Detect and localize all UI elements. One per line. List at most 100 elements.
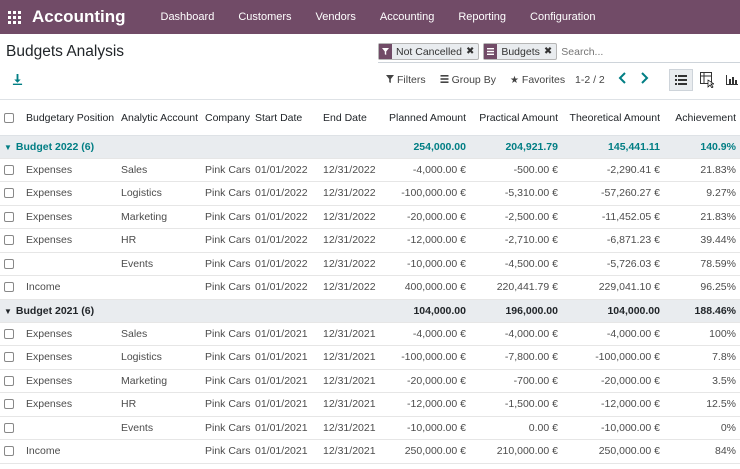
cell-position: Expenses bbox=[22, 228, 117, 253]
search-facet-not-cancelled[interactable]: Not Cancelled ✖ bbox=[378, 43, 480, 60]
filters-button[interactable]: Filters bbox=[386, 74, 426, 86]
search-facet-budgets[interactable]: Budgets ✖ bbox=[483, 43, 558, 60]
download-icon[interactable] bbox=[12, 74, 23, 88]
column-start-date[interactable]: Start Date bbox=[251, 102, 319, 136]
column-planned-amount[interactable]: Planned Amount bbox=[385, 102, 470, 136]
graph-view-button[interactable] bbox=[720, 69, 740, 91]
pager-previous-icon[interactable] bbox=[618, 71, 628, 88]
cell-achievement: 3.5% bbox=[664, 369, 740, 393]
favorites-label: Favorites bbox=[521, 74, 566, 86]
facet-label: Not Cancelled bbox=[396, 45, 462, 58]
row-checkbox[interactable] bbox=[0, 228, 22, 253]
cell-planned: -20,000.00 € bbox=[385, 205, 470, 229]
column-end-date[interactable]: End Date bbox=[319, 102, 385, 136]
row-checkbox[interactable] bbox=[0, 369, 22, 393]
search-bar[interactable]: Not Cancelled ✖ Budgets ✖ bbox=[378, 41, 740, 63]
cell-planned: -100,000.00 € bbox=[385, 345, 470, 370]
group-planned: 104,000.00 bbox=[385, 299, 470, 323]
cell-planned: -100,000.00 € bbox=[385, 181, 470, 206]
row-checkbox[interactable] bbox=[0, 275, 22, 300]
list-view-button[interactable] bbox=[669, 69, 693, 91]
cell-start: 01/01/2021 bbox=[251, 369, 319, 393]
menu-dashboard[interactable]: Dashboard bbox=[149, 0, 227, 34]
cell-start: 01/01/2021 bbox=[251, 392, 319, 417]
row-checkbox[interactable] bbox=[0, 392, 22, 417]
apps-menu-icon[interactable] bbox=[8, 10, 21, 24]
cell-theoretical: -5,726.03 € bbox=[562, 252, 664, 276]
cell-theoretical: 250,000.00 € bbox=[562, 439, 664, 464]
cell-end: 12/31/2022 bbox=[319, 158, 385, 182]
cell-account bbox=[117, 275, 201, 300]
column-company[interactable]: Company bbox=[201, 102, 251, 136]
app-brand[interactable]: Accounting bbox=[32, 7, 126, 27]
menu-customers[interactable]: Customers bbox=[226, 0, 303, 34]
column-practical-amount[interactable]: Practical Amount bbox=[470, 102, 562, 136]
caret-down-icon: ▼ bbox=[4, 142, 12, 152]
close-icon[interactable]: ✖ bbox=[466, 46, 478, 57]
cell-start: 01/01/2022 bbox=[251, 275, 319, 300]
table-row[interactable]: Expenses Logistics Pink Cars 01/01/2022 … bbox=[0, 181, 740, 206]
table-row[interactable]: Expenses Sales Pink Cars 01/01/2022 12/3… bbox=[0, 158, 740, 182]
cell-planned: -4,000.00 € bbox=[385, 322, 470, 346]
cell-company: Pink Cars bbox=[201, 228, 251, 253]
cell-practical: -4,000.00 € bbox=[470, 322, 562, 346]
search-input[interactable] bbox=[561, 45, 682, 58]
column-analytic-account[interactable]: Analytic Account bbox=[117, 102, 201, 136]
table-row[interactable]: Expenses HR Pink Cars 01/01/2021 12/31/2… bbox=[0, 392, 740, 417]
select-all-checkbox[interactable] bbox=[0, 102, 22, 136]
table-row[interactable]: Expenses Logistics Pink Cars 01/01/2021 … bbox=[0, 345, 740, 370]
menu-accounting[interactable]: Accounting bbox=[368, 0, 446, 34]
search-options: Filters Group By ★ Favorites bbox=[386, 74, 579, 86]
menu-reporting[interactable]: Reporting bbox=[446, 0, 518, 34]
row-checkbox[interactable] bbox=[0, 158, 22, 182]
menu-configuration[interactable]: Configuration bbox=[518, 0, 607, 34]
favorites-button[interactable]: ★ Favorites bbox=[510, 74, 565, 86]
pivot-view-button[interactable] bbox=[695, 69, 719, 91]
cell-theoretical: -12,000.00 € bbox=[562, 392, 664, 417]
row-checkbox[interactable] bbox=[0, 345, 22, 370]
group-name[interactable]: ▼ Budget 2022 (6) bbox=[0, 135, 319, 159]
column-budgetary-position[interactable]: Budgetary Position bbox=[22, 102, 117, 136]
close-icon[interactable]: ✖ bbox=[544, 46, 556, 57]
cell-achievement: 0% bbox=[664, 416, 740, 440]
cell-account: Sales bbox=[117, 322, 201, 346]
cell-practical: -7,800.00 € bbox=[470, 345, 562, 370]
cell-planned: -12,000.00 € bbox=[385, 392, 470, 417]
cell-position: Expenses bbox=[22, 158, 117, 182]
cell-end: 12/31/2021 bbox=[319, 392, 385, 417]
row-checkbox[interactable] bbox=[0, 205, 22, 229]
pager-value[interactable]: 1-2 / 2 bbox=[575, 74, 605, 86]
column-theoretical-amount[interactable]: Theoretical Amount bbox=[562, 102, 664, 136]
table-row[interactable]: Income Pink Cars 01/01/2021 12/31/2021 2… bbox=[0, 439, 740, 464]
cell-planned: -4,000.00 € bbox=[385, 158, 470, 182]
cell-theoretical: -6,871.23 € bbox=[562, 228, 664, 253]
menu-vendors[interactable]: Vendors bbox=[304, 0, 368, 34]
group-by-button[interactable]: Group By bbox=[440, 74, 496, 86]
table-row[interactable]: Income Pink Cars 01/01/2022 12/31/2022 4… bbox=[0, 275, 740, 300]
row-checkbox[interactable] bbox=[0, 416, 22, 440]
group-row-budget-2022[interactable]: ▼ Budget 2022 (6) 254,000.00 204,921.79 1… bbox=[0, 135, 740, 159]
row-checkbox[interactable] bbox=[0, 439, 22, 464]
group-row-budget-2021[interactable]: ▼ Budget 2021 (6) 104,000.00 196,000.00 1… bbox=[0, 299, 740, 323]
table-row[interactable]: Expenses HR Pink Cars 01/01/2022 12/31/2… bbox=[0, 228, 740, 253]
list-view-icon bbox=[675, 75, 687, 85]
table-row[interactable]: Expenses Marketing Pink Cars 01/01/2022 … bbox=[0, 205, 740, 229]
cell-theoretical: -20,000.00 € bbox=[562, 369, 664, 393]
table-row[interactable]: Expenses Marketing Pink Cars 01/01/2021 … bbox=[0, 369, 740, 393]
cell-start: 01/01/2021 bbox=[251, 439, 319, 464]
table-row[interactable]: Expenses Sales Pink Cars 01/01/2021 12/3… bbox=[0, 322, 740, 346]
pager-next-icon[interactable] bbox=[639, 71, 649, 88]
group-achievement: 140.9% bbox=[664, 135, 740, 159]
row-checkbox[interactable] bbox=[0, 181, 22, 206]
row-checkbox[interactable] bbox=[0, 252, 22, 276]
cell-position: Expenses bbox=[22, 369, 117, 393]
cell-end: 12/31/2022 bbox=[319, 252, 385, 276]
filter-icon bbox=[386, 74, 394, 86]
table-row[interactable]: Events Pink Cars 01/01/2022 12/31/2022 -… bbox=[0, 252, 740, 276]
cell-achievement: 39.44% bbox=[664, 228, 740, 253]
group-name[interactable]: ▼ Budget 2021 (6) bbox=[0, 299, 319, 323]
row-checkbox[interactable] bbox=[0, 322, 22, 346]
column-achievement[interactable]: Achievement bbox=[664, 102, 740, 136]
group-planned: 254,000.00 bbox=[385, 135, 470, 159]
table-row[interactable]: Events Pink Cars 01/01/2021 12/31/2021 -… bbox=[0, 416, 740, 440]
